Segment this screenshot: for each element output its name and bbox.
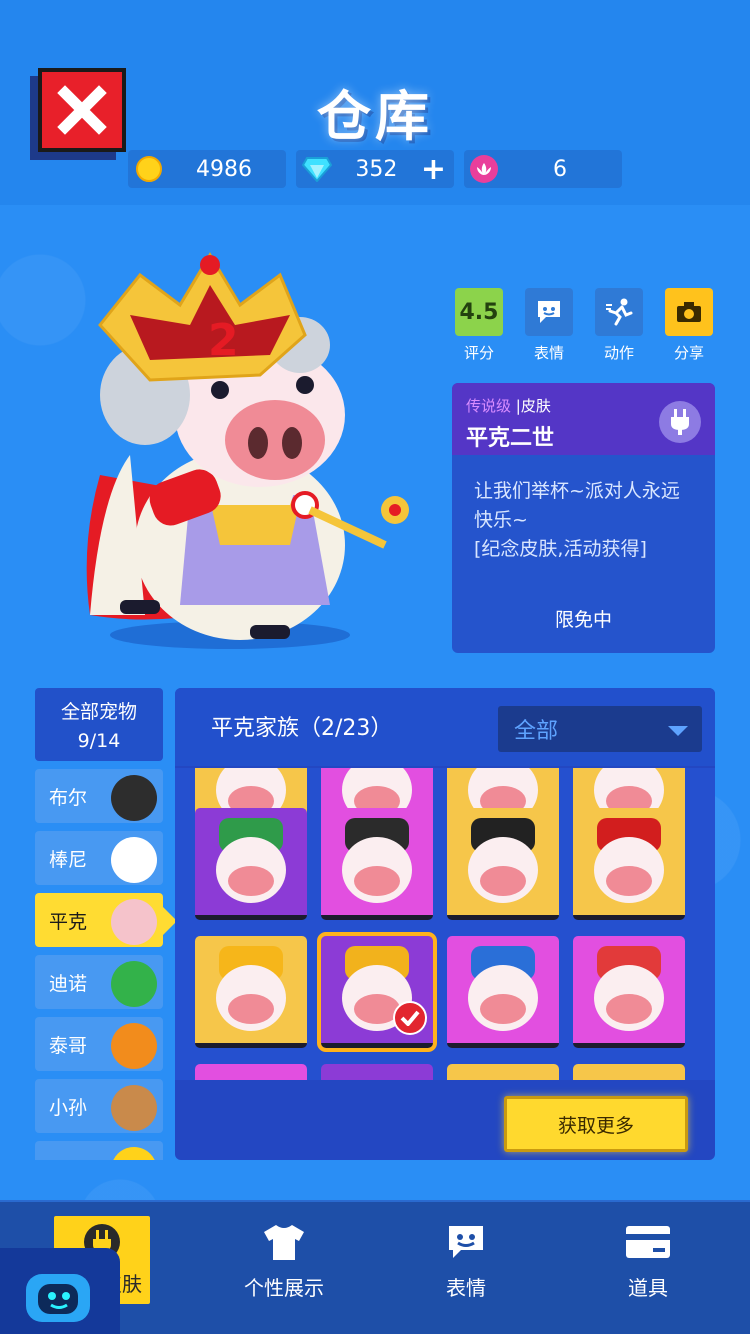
pig-snout (228, 865, 274, 896)
chat-icon (538, 301, 560, 323)
skin-card[interactable] (321, 1064, 433, 1080)
rating-value: 4.5 (455, 288, 503, 336)
lotus-value: 6 (553, 156, 567, 182)
pet-item-label: 布尔 (49, 786, 88, 809)
emote-label: 表情 (533, 344, 564, 362)
nav-emotes-label: 表情 (446, 1276, 486, 1300)
nav-items[interactable]: 道具 (578, 1220, 718, 1301)
nav-personal-display[interactable]: 个性展示 (214, 1220, 354, 1301)
skin-card[interactable] (321, 808, 433, 920)
skin-actions: 4.5 评分 表情 动作 分享 (455, 288, 713, 363)
pet-avatar (111, 1147, 157, 1160)
skin-card[interactable] (195, 936, 307, 1048)
skin-grid[interactable] (175, 768, 715, 1080)
share-button[interactable]: 分享 (665, 288, 713, 363)
skin-card[interactable] (195, 808, 307, 920)
pig-snout (480, 993, 526, 1024)
check-icon (393, 1001, 427, 1035)
pet-item[interactable]: 迪诺 (35, 955, 163, 1009)
skin-card[interactable] (447, 808, 559, 920)
chat-icon (449, 1226, 483, 1258)
diamond-icon (302, 157, 332, 182)
chevron-down-icon (668, 726, 688, 736)
dance-label: 动作 (603, 344, 634, 362)
all-pets-label: 全部宠物 (60, 701, 137, 723)
pet-item-label: 泰哥 (49, 1034, 88, 1057)
pig-king-illustration: 2 (86, 252, 409, 649)
page-title: 仓库 (317, 85, 433, 148)
all-pets-button[interactable]: 全部宠物 9/14 (35, 688, 163, 761)
add-diamond-button[interactable]: + (421, 152, 446, 187)
nav-personal-display-label: 个性展示 (244, 1276, 324, 1300)
type-label: 皮肤 (520, 397, 551, 415)
lotus-icon (470, 155, 498, 183)
pet-item-label: 平克 (49, 910, 88, 933)
plug-icon (659, 401, 701, 443)
coin-icon (136, 156, 162, 182)
coin-value: 4986 (196, 156, 252, 182)
pet-item[interactable]: 泰哥 (35, 1017, 163, 1071)
emote-button[interactable]: 表情 (525, 288, 573, 363)
skin-card[interactable] (447, 1064, 559, 1080)
diamond-value: 352 (355, 156, 398, 182)
filter-value: 全部 (514, 719, 559, 744)
get-more-button[interactable]: 获取更多 (504, 1096, 688, 1152)
rating-label: 评分 (463, 344, 494, 362)
nav-emotes[interactable]: 表情 (396, 1220, 536, 1301)
pig-snout (228, 993, 274, 1024)
skin-info-card: 传说级 |皮肤 平克二世 让我们举杯~派对人永远 快乐~ [纪念皮肤,活动获得]… (452, 383, 715, 653)
pig-snout (606, 993, 652, 1024)
skin-card[interactable] (447, 936, 559, 1048)
tshirt-icon (264, 1225, 304, 1260)
pet-avatar (111, 899, 157, 945)
desc-line: [纪念皮肤,活动获得] (474, 538, 647, 560)
skin-card[interactable] (317, 932, 437, 1052)
skin-card[interactable] (573, 936, 685, 1048)
skin-card[interactable] (195, 1064, 307, 1080)
pet-avatar (111, 775, 157, 821)
desc-line: 快乐~ (474, 509, 528, 531)
rating-button[interactable]: 4.5 评分 (455, 288, 503, 363)
character-preview: 2 (60, 245, 420, 655)
share-label: 分享 (673, 344, 704, 362)
pig-snout (354, 865, 400, 896)
pig-snout (606, 865, 652, 896)
pet-avatar (111, 961, 157, 1007)
family-title: 平克家族（2/23） (211, 716, 393, 741)
skin-description: 让我们举杯~派对人永远 快乐~ [纪念皮肤,活动获得] (452, 455, 715, 586)
pet-item-label: 棒尼 (49, 848, 88, 871)
pet-item-label: 斯斯 (49, 1155, 87, 1161)
desc-line: 让我们举杯~派对人永远 (474, 480, 680, 502)
filter-dropdown[interactable]: 全部 (498, 706, 702, 752)
pet-item[interactable]: 布尔 (35, 769, 163, 823)
pet-avatar (111, 1085, 157, 1131)
card-icon (626, 1226, 670, 1258)
pet-avatar (111, 1023, 157, 1069)
pet-item[interactable]: 棒尼 (35, 831, 163, 885)
pet-list: 全部宠物 9/14 布尔棒尼平克迪诺泰哥小孙斯斯 (35, 688, 163, 1160)
dance-button[interactable]: 动作 (595, 288, 643, 363)
diamond-counter: 352 + (296, 150, 454, 188)
pet-item-label: 小孙 (49, 1096, 88, 1119)
skin-card[interactable] (573, 1064, 685, 1080)
free-status: 限免中 (554, 609, 612, 631)
floating-service-button[interactable] (0, 1248, 120, 1334)
lotus-counter: 6 (464, 150, 622, 188)
pet-item[interactable]: 斯斯 (35, 1141, 163, 1160)
pet-item-label: 迪诺 (49, 972, 88, 995)
all-pets-count: 9/14 (77, 730, 121, 752)
svg-text:2: 2 (208, 315, 239, 366)
pet-item[interactable]: 平克 (35, 893, 163, 947)
skin-panel: 平克家族（2/23） 全部 获取更多 (175, 688, 715, 1160)
mascot-icon (26, 1274, 90, 1322)
pet-item[interactable]: 小孙 (35, 1079, 163, 1133)
pig-snout (480, 865, 526, 896)
pet-avatar (111, 837, 157, 883)
coin-counter: 4986 (128, 150, 286, 188)
dance-icon (606, 298, 633, 326)
nav-items-label: 道具 (628, 1276, 668, 1300)
skin-card[interactable] (573, 808, 685, 920)
camera-icon (677, 302, 701, 322)
tier-label: 传说级 (466, 397, 512, 415)
